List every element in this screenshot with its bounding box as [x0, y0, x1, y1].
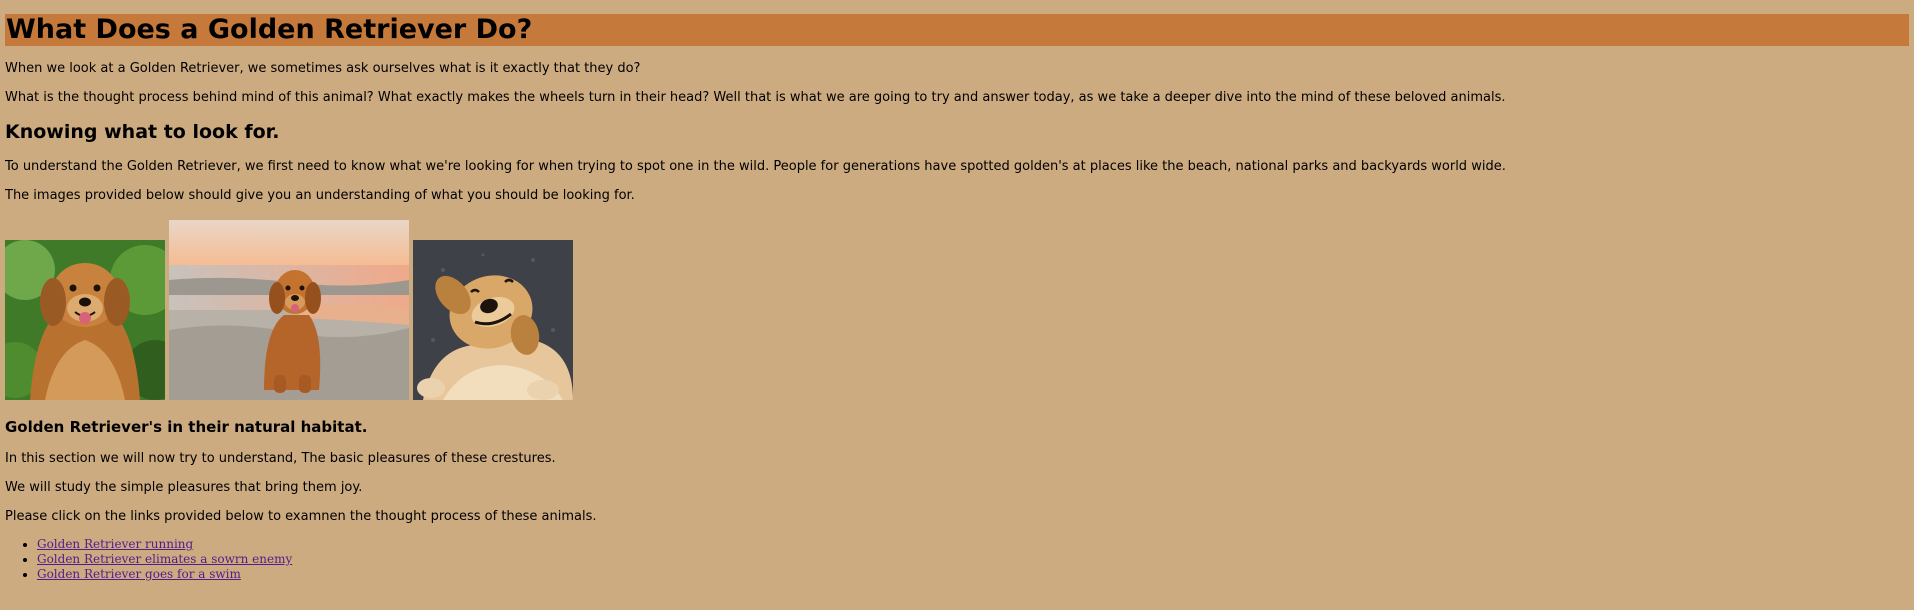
- list-item: Golden Retriever goes for a swim: [37, 567, 1909, 582]
- list-item: Golden Retriever running: [37, 537, 1909, 552]
- list-item: Golden Retriever elimates a sowrn enemy: [37, 552, 1909, 567]
- golden-retriever-lying-image: [413, 240, 573, 400]
- link-golden-retriever-swim[interactable]: Golden Retriever goes for a swim: [37, 567, 241, 581]
- section-heading: Knowing what to look for.: [5, 121, 280, 143]
- golden-retriever-foliage-image: [5, 240, 165, 400]
- habitat-heading: Golden Retriever's in their natural habi…: [5, 418, 368, 436]
- habitat-paragraph: Please click on the links provided below…: [5, 509, 597, 524]
- intro-paragraph: What is the thought process behind mind …: [5, 90, 1506, 105]
- page: What Does a Golden Retriever Do? When we…: [0, 0, 1914, 610]
- section-paragraph: The images provided below should give yo…: [5, 188, 635, 203]
- habitat-paragraph: In this section we will now try to under…: [5, 451, 556, 466]
- page-title: What Does a Golden Retriever Do?: [5, 14, 1909, 46]
- golden-retriever-beach-image: [169, 220, 409, 400]
- link-golden-retriever-enemy[interactable]: Golden Retriever elimates a sowrn enemy: [37, 552, 292, 566]
- link-golden-retriever-running[interactable]: Golden Retriever running: [37, 537, 193, 551]
- section-paragraph: To understand the Golden Retriever, we f…: [5, 159, 1506, 174]
- links-list: Golden Retriever running Golden Retrieve…: [5, 537, 1909, 582]
- image-gallery: [5, 220, 1909, 400]
- habitat-paragraph: We will study the simple pleasures that …: [5, 480, 363, 495]
- intro-paragraph: When we look at a Golden Retriever, we s…: [5, 61, 641, 76]
